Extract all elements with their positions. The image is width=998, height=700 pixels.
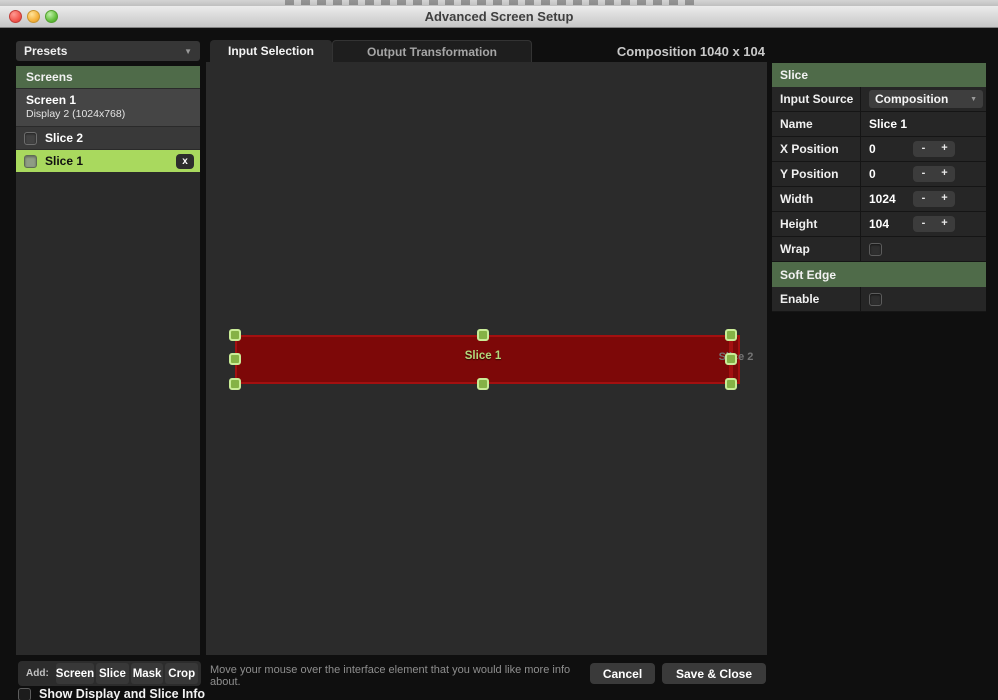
presets-label: Presets: [24, 44, 67, 58]
screens-header: Screens: [16, 66, 200, 88]
height-label: Height: [772, 212, 861, 236]
increment-button[interactable]: +: [934, 141, 955, 157]
cancel-button[interactable]: Cancel: [590, 663, 655, 684]
title-bar: Advanced Screen Setup: [0, 6, 998, 28]
input-source-label: Input Source: [772, 87, 861, 111]
presets-dropdown[interactable]: Presets ▼: [16, 41, 200, 61]
name-value-field[interactable]: Slice 1: [861, 112, 986, 136]
resize-handle-ne[interactable]: [725, 329, 737, 341]
resize-handle-sw[interactable]: [229, 378, 241, 390]
show-info-label: Show Display and Slice Info: [39, 687, 205, 700]
resize-handle-e[interactable]: [725, 353, 737, 365]
width-stepper[interactable]: - +: [913, 191, 955, 207]
wrap-row: Wrap: [772, 237, 986, 262]
x-position-value[interactable]: 0: [869, 142, 913, 156]
soft-edge-section-header: Soft Edge: [772, 262, 986, 287]
height-row: Height 104 - +: [772, 212, 986, 237]
slice-list-item-slice2[interactable]: Slice 2: [16, 127, 200, 149]
add-toolbar: Add: Screen Slice Mask Crop: [18, 661, 201, 686]
decrement-button[interactable]: -: [913, 141, 934, 157]
soft-edge-enable-checkbox[interactable]: [869, 293, 882, 306]
add-mask-button[interactable]: Mask: [131, 663, 164, 684]
save-and-close-button[interactable]: Save & Close: [662, 663, 766, 684]
x-position-row: X Position 0 - +: [772, 137, 986, 162]
resize-handle-se[interactable]: [725, 378, 737, 390]
screen-name: Screen 1: [26, 93, 200, 107]
y-position-value[interactable]: 0: [869, 167, 913, 181]
advanced-screen-setup-window: Advanced Screen Setup Presets ▼ Screens …: [0, 0, 998, 700]
add-crop-button[interactable]: Crop: [165, 663, 198, 684]
height-stepper[interactable]: - +: [913, 216, 955, 232]
enable-row: Enable: [772, 287, 986, 312]
y-position-row: Y Position 0 - +: [772, 162, 986, 187]
y-position-label: Y Position: [772, 162, 861, 186]
decrement-button[interactable]: -: [913, 166, 934, 182]
width-value[interactable]: 1024: [869, 192, 913, 206]
input-source-row: Input Source Composition ▼: [772, 87, 986, 112]
input-selection-canvas[interactable]: Slice 2 Slice 1: [206, 62, 767, 655]
resize-handle-s[interactable]: [477, 378, 489, 390]
slice1-canvas-label: Slice 1: [235, 350, 731, 362]
slice2-visibility-checkbox[interactable]: [24, 132, 37, 145]
y-position-stepper[interactable]: - +: [913, 166, 955, 182]
slice-section-header: Slice: [772, 63, 986, 87]
resize-handle-w[interactable]: [229, 353, 241, 365]
input-source-value: Composition: [875, 92, 948, 106]
input-source-dropdown[interactable]: Composition ▼: [869, 90, 983, 108]
chevron-down-icon: ▼: [184, 47, 192, 56]
width-row: Width 1024 - +: [772, 187, 986, 212]
add-slice-button[interactable]: Slice: [96, 663, 129, 684]
decrement-button[interactable]: -: [913, 216, 934, 232]
show-display-slice-info-option[interactable]: Show Display and Slice Info: [18, 687, 205, 700]
slice1-name: Slice 1: [45, 154, 83, 168]
tab-output-transformation[interactable]: Output Transformation: [332, 40, 532, 62]
height-value[interactable]: 104: [869, 217, 913, 231]
delete-slice-button[interactable]: x: [176, 154, 194, 169]
name-row: Name Slice 1: [772, 112, 986, 137]
screen-display-info: Display 2 (1024x768): [26, 108, 200, 120]
width-label: Width: [772, 187, 861, 211]
tab-input-selection[interactable]: Input Selection: [210, 40, 332, 62]
name-label: Name: [772, 112, 861, 136]
wrap-label: Wrap: [772, 237, 861, 261]
chevron-down-icon: ▼: [970, 96, 977, 103]
x-position-stepper[interactable]: - +: [913, 141, 955, 157]
resize-handle-n[interactable]: [477, 329, 489, 341]
show-info-checkbox[interactable]: [18, 688, 31, 700]
screens-list: Screens Screen 1 Display 2 (1024x768) Sl…: [16, 66, 200, 655]
background-window-text-fragment: [285, 0, 695, 5]
increment-button[interactable]: +: [934, 166, 955, 182]
add-label: Add:: [26, 668, 49, 679]
slice-properties-panel: Slice Input Source Composition ▼ Name Sl…: [772, 63, 986, 312]
wrap-checkbox[interactable]: [869, 243, 882, 256]
slice1-visibility-checkbox[interactable]: [24, 155, 37, 168]
slice2-name: Slice 2: [45, 131, 83, 145]
add-screen-button[interactable]: Screen: [56, 663, 94, 684]
slice-list-item-slice1-selected[interactable]: Slice 1 x: [16, 150, 200, 172]
status-hint-text: Move your mouse over the interface eleme…: [210, 664, 580, 688]
x-position-label: X Position: [772, 137, 861, 161]
increment-button[interactable]: +: [934, 216, 955, 232]
increment-button[interactable]: +: [934, 191, 955, 207]
window-title: Advanced Screen Setup: [0, 9, 998, 24]
screen-list-item[interactable]: Screen 1 Display 2 (1024x768): [16, 89, 200, 126]
composition-size-label: Composition 1040 x 104: [617, 44, 765, 59]
enable-label: Enable: [772, 287, 861, 311]
decrement-button[interactable]: -: [913, 191, 934, 207]
resize-handle-nw[interactable]: [229, 329, 241, 341]
